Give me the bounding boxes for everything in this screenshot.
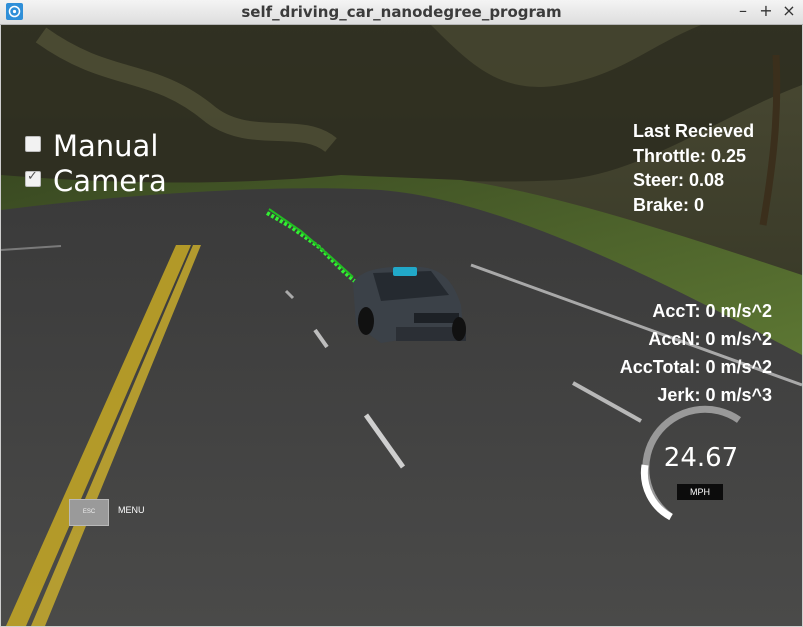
simulator-window: self_driving_car_nanodegree_program – + …: [0, 0, 803, 627]
window-title: self_driving_car_nanodegree_program: [241, 3, 562, 21]
title-bar: self_driving_car_nanodegree_program – + …: [0, 0, 803, 25]
jerk-readout: Jerk: 0 m/s^3: [657, 385, 772, 405]
simulator-viewport[interactable]: Manual ✓ Camera Last Recieved Throttle: …: [1, 25, 802, 626]
maximize-button[interactable]: +: [757, 2, 775, 20]
camera-checkbox[interactable]: ✓: [25, 169, 41, 187]
menu-label: MENU: [118, 505, 145, 515]
esc-button[interactable]: ESC: [69, 499, 109, 526]
speed-unit-label: MPH: [677, 484, 723, 500]
close-button[interactable]: ×: [780, 2, 798, 20]
acc-total-readout: AccTotal: 0 m/s^2: [619, 357, 772, 377]
telemetry-header: Last Recieved: [633, 121, 755, 141]
manual-label: Manual: [53, 129, 159, 163]
throttle-readout: Throttle: 0.25: [633, 145, 747, 166]
acceleration-panel: AccT: 0 m/s^2 AccN: 0 m/s^2 AccTotal: 0 …: [620, 297, 772, 409]
telemetry-panel: Last Recieved Throttle: 0.25 Steer: 0.08…: [633, 119, 754, 217]
minimize-button[interactable]: –: [734, 2, 752, 20]
brake-readout: Brake: 0: [633, 194, 705, 215]
manual-checkbox[interactable]: [25, 136, 41, 152]
acc-n-readout: AccN: 0 m/s^2: [648, 329, 772, 349]
camera-label: Camera: [53, 164, 167, 198]
speed-value: 24.67: [663, 443, 739, 473]
checkmark-icon: ✓: [27, 169, 38, 184]
acc-t-readout: AccT: 0 m/s^2: [652, 301, 772, 321]
steer-readout: Steer: 0.08: [633, 170, 725, 190]
